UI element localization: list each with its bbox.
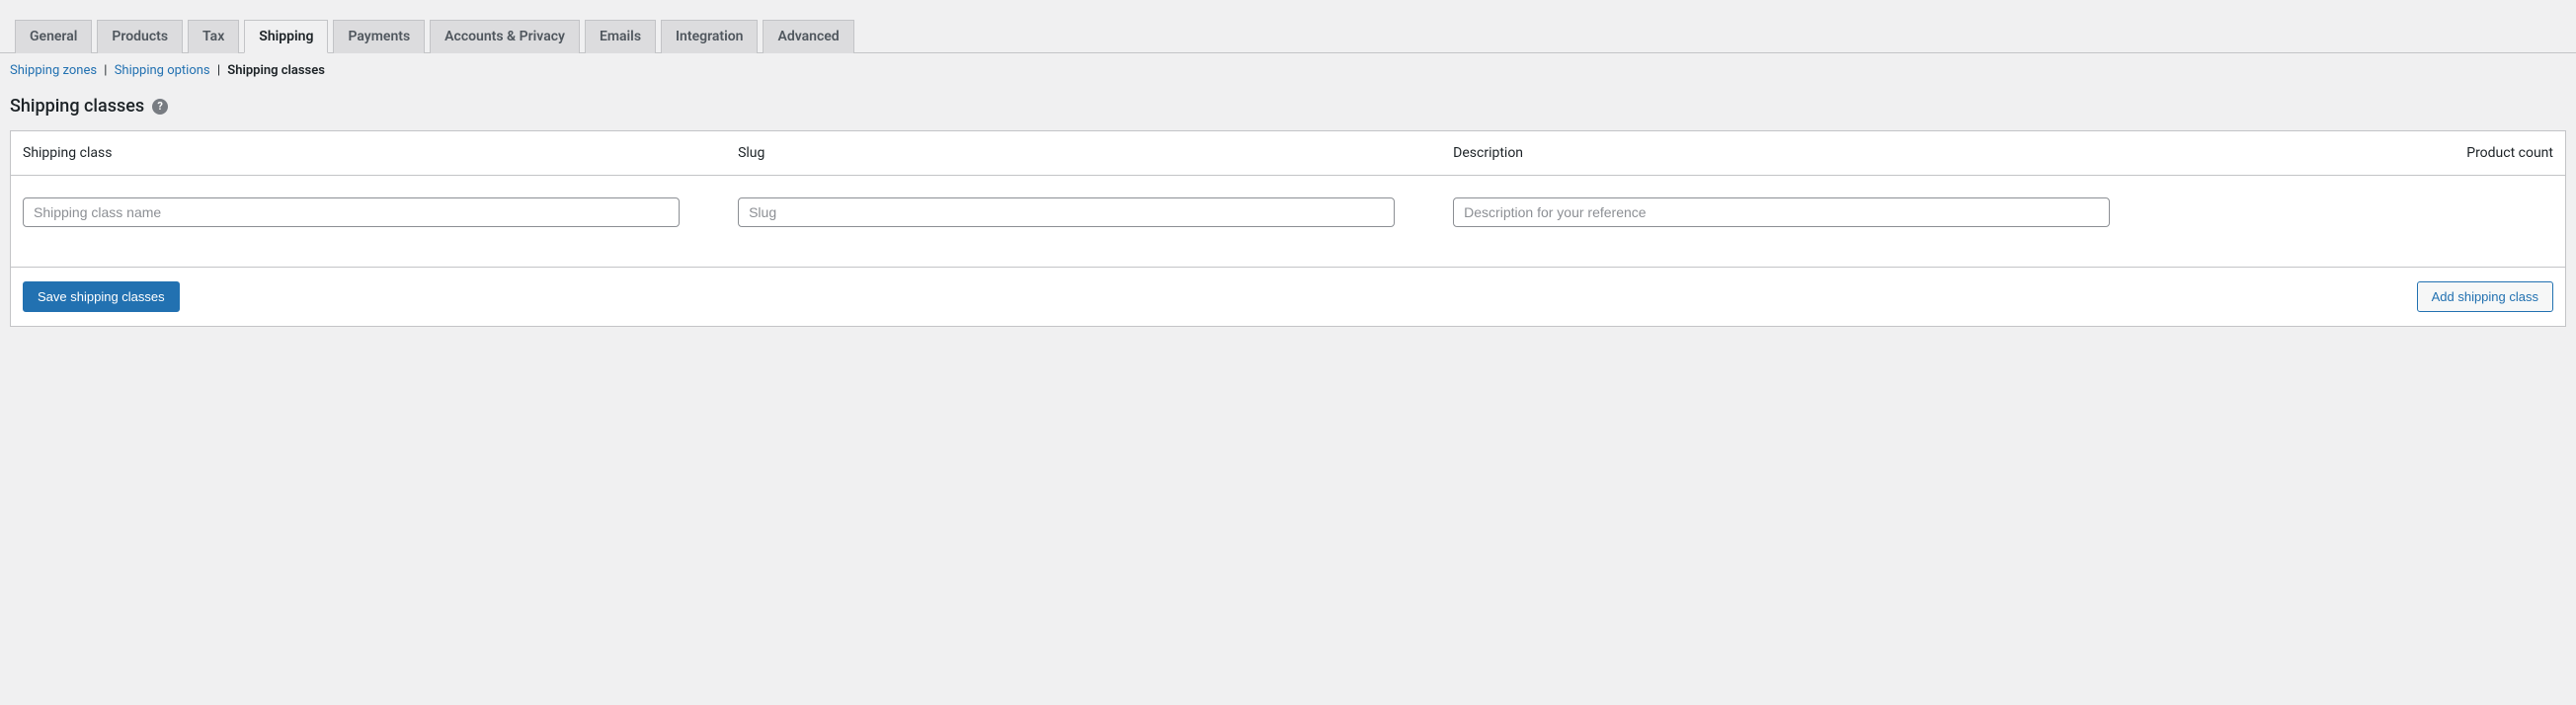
- header-product-count: Product count: [2156, 131, 2565, 175]
- tab-emails[interactable]: Emails: [585, 20, 656, 53]
- cell-product-count: [2156, 186, 2565, 239]
- cell-description: [1441, 186, 2156, 239]
- header-slug: Slug: [726, 131, 1441, 175]
- add-shipping-class-button[interactable]: Add shipping class: [2417, 281, 2553, 312]
- save-shipping-classes-button[interactable]: Save shipping classes: [23, 281, 180, 312]
- separator: |: [104, 63, 110, 78]
- shipping-classes-table: Shipping class Slug Description Product …: [10, 130, 2566, 327]
- tab-shipping[interactable]: Shipping: [244, 20, 328, 53]
- cell-shipping-class: [11, 186, 726, 239]
- tab-advanced[interactable]: Advanced: [763, 20, 853, 53]
- page-title: Shipping classes: [10, 96, 144, 117]
- help-icon[interactable]: ?: [152, 99, 168, 115]
- table-header: Shipping class Slug Description Product …: [11, 131, 2565, 176]
- subtab-shipping-options[interactable]: Shipping options: [115, 63, 210, 78]
- subtab-shipping-zones[interactable]: Shipping zones: [10, 63, 97, 78]
- tab-payments[interactable]: Payments: [333, 20, 425, 53]
- description-input[interactable]: [1453, 197, 2110, 227]
- header-description: Description: [1441, 131, 2156, 175]
- table-row: [11, 176, 2565, 267]
- tab-general[interactable]: General: [15, 20, 92, 53]
- settings-tabs: General Products Tax Shipping Payments A…: [0, 0, 2576, 53]
- shipping-class-name-input[interactable]: [23, 197, 680, 227]
- tab-tax[interactable]: Tax: [188, 20, 239, 53]
- shipping-subtabs: Shipping zones | Shipping options | Ship…: [0, 53, 2576, 88]
- tab-integration[interactable]: Integration: [661, 20, 758, 53]
- table-footer: Save shipping classes Add shipping class: [11, 267, 2565, 326]
- tab-products[interactable]: Products: [97, 20, 183, 53]
- header-shipping-class: Shipping class: [11, 131, 726, 175]
- subtab-shipping-classes: Shipping classes: [227, 63, 325, 78]
- cell-slug: [726, 186, 1441, 239]
- slug-input[interactable]: [738, 197, 1395, 227]
- page-header: Shipping classes ?: [0, 88, 2576, 130]
- separator: |: [217, 63, 223, 78]
- tab-accounts-privacy[interactable]: Accounts & Privacy: [430, 20, 580, 53]
